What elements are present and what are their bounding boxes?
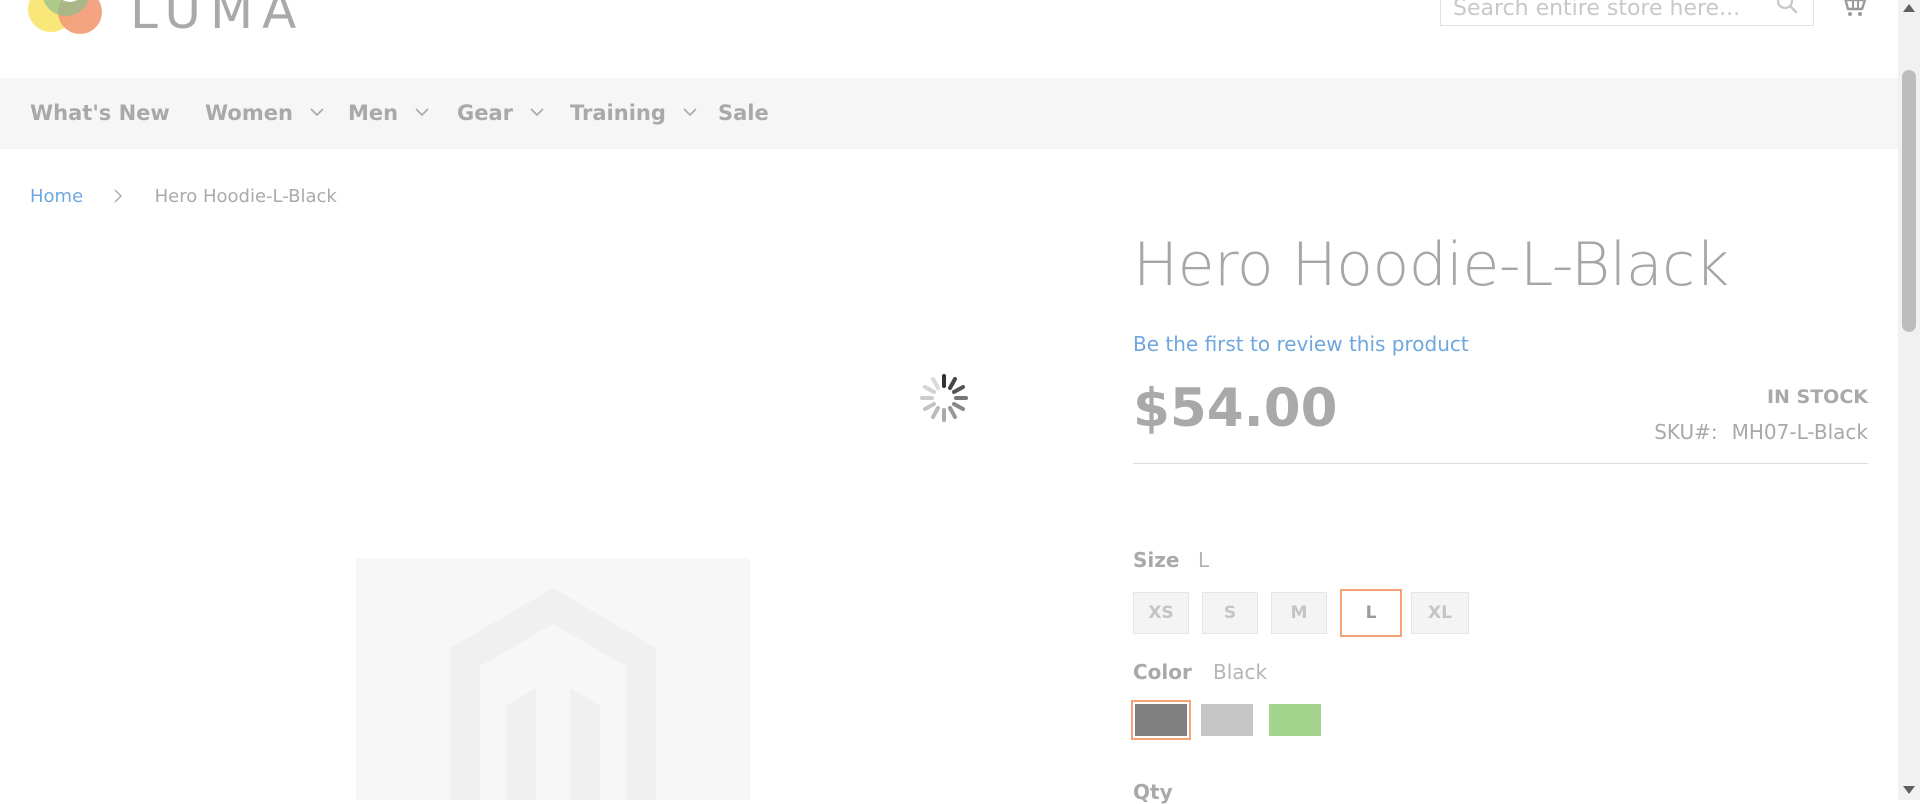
size-option-l[interactable]: L — [1340, 589, 1402, 637]
size-selected-value: L — [1198, 548, 1210, 572]
loading-spinner-icon — [920, 374, 968, 422]
qty-label: Qty — [1133, 780, 1173, 804]
page-scrollbar[interactable] — [1898, 0, 1920, 800]
sku: SKU#: MH07-L-Black — [1654, 420, 1868, 444]
product-page: LUMA What's New Women Men — [0, 0, 1898, 804]
nav-item-training[interactable]: Training — [570, 78, 697, 149]
search-icon[interactable] — [1775, 0, 1799, 17]
size-option-m[interactable]: M — [1271, 592, 1327, 634]
nav-item-label: What's New — [30, 101, 170, 125]
scrollbar-thumb[interactable] — [1902, 70, 1916, 332]
luma-logo[interactable] — [28, 0, 118, 42]
size-label: Size — [1133, 548, 1180, 572]
logo-text[interactable]: LUMA — [130, 0, 305, 40]
nav-item-label: Men — [348, 101, 399, 125]
nav-item-label: Gear — [457, 101, 514, 125]
color-swatch-black[interactable] — [1131, 700, 1191, 740]
breadcrumb-home-link[interactable]: Home — [30, 186, 83, 207]
chevron-down-icon — [530, 108, 544, 117]
cart-icon[interactable] — [1838, 0, 1868, 18]
nav-item-whats-new[interactable]: What's New — [30, 78, 170, 149]
breadcrumb: Home Hero Hoodie-L-Black — [30, 186, 337, 207]
chevron-down-icon — [310, 108, 324, 117]
sku-label: SKU#: — [1654, 420, 1718, 444]
magento-logo-icon — [450, 588, 656, 800]
nav-item-women[interactable]: Women — [205, 78, 324, 149]
stock-status: IN STOCK — [1766, 386, 1868, 408]
chevron-right-icon — [114, 189, 122, 203]
product-price: $54.00 — [1133, 378, 1338, 439]
product-image-placeholder — [356, 558, 750, 800]
size-option-xl[interactable]: XL — [1411, 592, 1469, 634]
search-box — [1440, 0, 1814, 26]
site-header: LUMA — [0, 0, 1898, 78]
color-swatch-green[interactable] — [1269, 704, 1321, 736]
size-option-xs[interactable]: XS — [1133, 592, 1189, 634]
nav-item-label: Training — [570, 101, 666, 125]
color-label: Color — [1133, 660, 1192, 684]
chevron-down-icon — [415, 108, 429, 117]
scroll-down-arrow-icon[interactable] — [1903, 786, 1915, 794]
sku-value: MH07-L-Black — [1731, 420, 1868, 444]
color-swatch-gray[interactable] — [1201, 704, 1253, 736]
review-link[interactable]: Be the first to review this product — [1133, 332, 1469, 356]
nav-item-gear[interactable]: Gear — [457, 78, 544, 149]
size-option-s[interactable]: S — [1202, 592, 1258, 634]
scroll-up-arrow-icon[interactable] — [1903, 4, 1915, 12]
nav-item-label: Sale — [718, 101, 769, 125]
color-selected-value: Black — [1213, 660, 1268, 684]
divider — [1133, 463, 1868, 464]
nav-item-sale[interactable]: Sale — [718, 78, 769, 149]
breadcrumb-current: Hero Hoodie-L-Black — [154, 186, 337, 207]
product-title: Hero Hoodie-L-Black — [1133, 230, 1729, 300]
chevron-down-icon — [683, 108, 697, 117]
main-nav: What's New Women Men Gear Training Sale — [0, 78, 1898, 149]
nav-item-men[interactable]: Men — [348, 78, 429, 149]
nav-item-label: Women — [205, 101, 293, 125]
search-input[interactable] — [1453, 0, 1763, 23]
